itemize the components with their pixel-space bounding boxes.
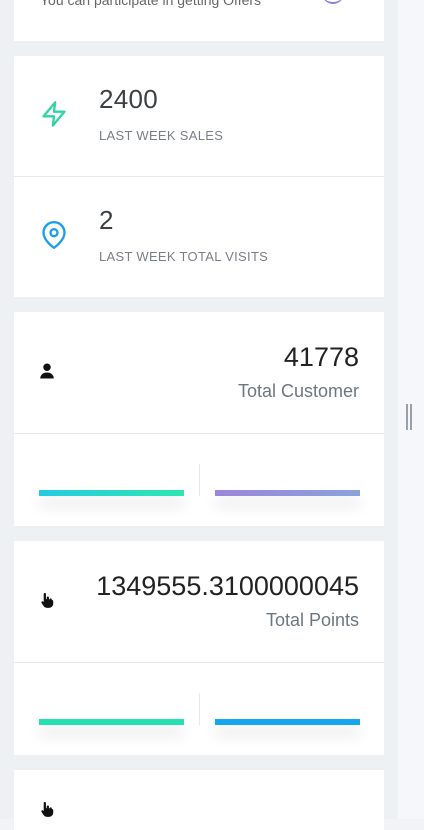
user-icon <box>40 363 54 379</box>
offers-text: You can participate in getting Offers <box>40 0 262 8</box>
weekly-stats-card: 2400 LAST WEEK SALES 2 LAST WEEK TOTAL V… <box>14 56 384 297</box>
customer-progress-divider <box>199 464 200 496</box>
hand-pointer-icon <box>41 801 54 817</box>
lightning-icon <box>42 101 66 127</box>
points-progress-bar-right <box>215 719 360 725</box>
visits-value: 2 <box>99 205 114 235</box>
hand-pointer-icon <box>41 592 54 608</box>
resize-handle[interactable] <box>406 404 412 430</box>
stat-row-sales: 2400 LAST WEEK SALES <box>14 56 384 177</box>
dashboard-scroll-area[interactable]: You can participate in getting Offers 24… <box>0 0 398 830</box>
customer-progress-bar-right <box>215 490 360 496</box>
customer-label: Total Customer <box>237 381 359 401</box>
customer-progress-section <box>14 434 384 526</box>
offers-card: You can participate in getting Offers <box>14 0 384 41</box>
customer-metric-header: 41778 Total Customer <box>14 312 384 434</box>
total-points-card: 1349555.3100000045 Total Points <box>14 541 384 755</box>
offers-icon <box>322 0 344 4</box>
points-total: 1349555.3100000045 <box>96 571 359 601</box>
stat-row-visits: 2 LAST WEEK TOTAL VISITS <box>14 177 384 297</box>
points-progress-bar-left <box>39 719 184 725</box>
sales-label: LAST WEEK SALES <box>99 128 224 143</box>
location-pin-icon <box>42 221 66 249</box>
customer-count: 41778 <box>283 342 359 372</box>
customer-progress-bar-left <box>39 490 184 496</box>
sales-value: 2400 <box>99 84 159 114</box>
visits-label: LAST WEEK TOTAL VISITS <box>99 249 269 264</box>
next-metric-card <box>14 770 384 830</box>
total-customer-card: 41778 Total Customer <box>14 312 384 526</box>
points-progress-divider <box>199 693 200 725</box>
points-metric-header: 1349555.3100000045 Total Points <box>14 541 384 663</box>
points-progress-section <box>14 663 384 755</box>
points-label: Total Points <box>265 610 359 630</box>
